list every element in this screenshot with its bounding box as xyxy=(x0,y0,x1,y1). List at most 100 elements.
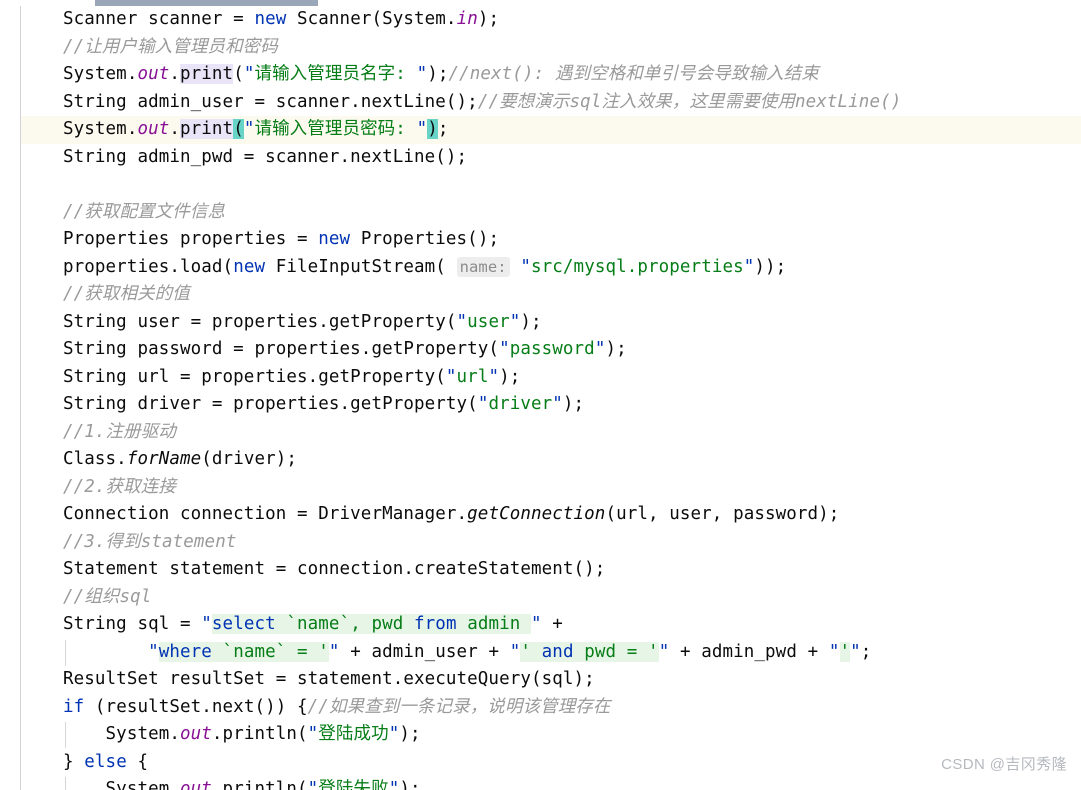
code-token: properties.load( xyxy=(63,256,234,277)
code-token: `name`, pwd xyxy=(275,614,415,634)
code-line[interactable]: Connection connection = DriverManager.ge… xyxy=(0,501,1081,529)
code-token: .println( xyxy=(211,724,308,744)
code-token: new xyxy=(254,9,287,29)
code-token: " xyxy=(488,366,500,387)
code-token: " xyxy=(456,311,468,332)
code-token: )); xyxy=(754,256,787,277)
code-token: String url = properties.getProperty( xyxy=(63,366,446,387)
code-token: System. xyxy=(105,724,180,744)
code-token: //要想演示sql注入效果，这里需要使用nextLine() xyxy=(477,91,902,112)
code-token: " xyxy=(531,614,542,634)
code-line[interactable]: String driver = properties.getProperty("… xyxy=(0,391,1081,419)
code-token: admin xyxy=(456,614,532,634)
code-token: " xyxy=(328,641,340,662)
code-line[interactable]: System.out.print("请输入管理员密码: "); xyxy=(0,116,1081,144)
code-token: " xyxy=(388,779,400,790)
code-line[interactable]: "where `name` = '" + admin_user + "' and… xyxy=(0,639,1081,667)
code-line[interactable]: System.out.print("请输入管理员名字: ");//next():… xyxy=(0,61,1081,89)
code-token: " xyxy=(743,256,755,277)
code-token: Scanner(System. xyxy=(286,9,457,29)
code-token: FileInputStream( xyxy=(265,256,457,277)
code-line[interactable]: System.out.println("登陆成功"); xyxy=(0,721,1081,749)
code-token: Scanner scanner = xyxy=(63,9,255,29)
code-token: Statement statement = connection.createS… xyxy=(63,559,606,579)
code-token: " xyxy=(658,641,670,662)
code-line[interactable]: String password = properties.getProperty… xyxy=(0,336,1081,364)
code-token: //1.注册驱动 xyxy=(63,421,176,442)
code-token: ) xyxy=(427,119,438,139)
code-line[interactable]: Properties properties = new Properties()… xyxy=(0,226,1081,254)
code-token: (url, user, password); xyxy=(605,504,840,524)
code-line[interactable]: String sql = "select `name`, pwd from ad… xyxy=(0,611,1081,639)
code-line[interactable]: //1.注册驱动 xyxy=(0,419,1081,447)
code-token: " xyxy=(499,339,510,359)
code-token: + admin_user + xyxy=(339,641,510,662)
code-content[interactable]: Scanner scanner = new Scanner(System.in)… xyxy=(0,0,1081,790)
code-token: new xyxy=(233,256,266,277)
code-token: ); xyxy=(427,64,449,84)
code-token: ( xyxy=(233,119,244,139)
code-token: password xyxy=(509,339,595,359)
code-line[interactable]: System.out.println("登陆失败"); xyxy=(0,776,1081,790)
code-token: " xyxy=(416,119,428,139)
code-token: driver xyxy=(488,394,553,414)
code-token: String admin_pwd = scanner.nextLine(); xyxy=(63,146,468,167)
code-token: System. xyxy=(105,779,180,790)
code-token: name: xyxy=(456,256,510,277)
code-token: System. xyxy=(63,64,138,84)
code-token: `name` = ' xyxy=(211,641,329,662)
code-token: " xyxy=(828,641,840,662)
code-token: + admin_pwd + xyxy=(669,641,829,662)
code-token: String driver = properties.getProperty( xyxy=(63,394,478,414)
code-line[interactable]: //获取配置文件信息 xyxy=(0,199,1081,227)
code-token: Properties(); xyxy=(350,229,500,249)
code-line[interactable]: ResultSet resultSet = statement.executeQ… xyxy=(0,666,1081,694)
code-token: print xyxy=(180,119,234,139)
code-token: String user = properties.getProperty( xyxy=(63,311,457,332)
code-token: " xyxy=(243,64,255,84)
code-token: " xyxy=(594,339,606,359)
code-token: " xyxy=(307,724,319,744)
code-token: out xyxy=(180,724,212,744)
code-token: ' xyxy=(520,641,542,662)
code-line[interactable]: properties.load(new FileInputStream( nam… xyxy=(0,254,1081,282)
code-line[interactable]: String url = properties.getProperty( "url… xyxy=(0,364,1081,392)
code-token: " xyxy=(509,641,521,662)
code-line[interactable]: //组织sql xyxy=(0,584,1081,612)
code-token: pwd = ' xyxy=(573,641,659,662)
code-line[interactable]: Statement statement = connection.createS… xyxy=(0,556,1081,584)
editor-gutter[interactable] xyxy=(0,0,21,790)
code-token: . xyxy=(169,64,181,84)
code-line[interactable]: //获取相关的值 xyxy=(0,281,1081,309)
code-line[interactable]: //3.得到statement xyxy=(0,529,1081,557)
code-line[interactable]: String admin_pwd = scanner.nextLine(); xyxy=(0,144,1081,172)
code-line[interactable] xyxy=(0,171,1081,199)
code-line[interactable]: if (resultSet.next()) {//如果查到一条记录，说明该管理存… xyxy=(0,694,1081,722)
code-token: select xyxy=(211,614,276,634)
code-token: if xyxy=(63,696,85,717)
code-line[interactable]: String user = properties.getProperty("us… xyxy=(0,309,1081,337)
code-line[interactable]: Class.forName(driver); xyxy=(0,446,1081,474)
code-token: forName xyxy=(126,449,202,469)
code-token: url xyxy=(456,366,489,387)
code-token: //3.得到statement xyxy=(63,531,237,552)
code-line[interactable]: } else { xyxy=(0,749,1081,777)
code-line[interactable]: String admin_user = scanner.nextLine();/… xyxy=(0,89,1081,117)
code-token: 登陆失败 xyxy=(318,779,389,790)
code-token: " xyxy=(520,256,532,277)
code-token: + xyxy=(541,614,563,634)
horizontal-scrollbar-thumb[interactable] xyxy=(95,0,318,6)
code-editor[interactable]: Scanner scanner = new Scanner(System.in)… xyxy=(0,0,1081,790)
code-line[interactable]: //2.获取连接 xyxy=(0,474,1081,502)
code-token: .println( xyxy=(211,779,308,790)
code-line[interactable]: //让用户输入管理员和密码 xyxy=(0,34,1081,62)
code-token: ); xyxy=(562,394,585,414)
code-line[interactable]: Scanner scanner = new Scanner(System.in)… xyxy=(0,6,1081,34)
code-token: ; xyxy=(437,119,449,139)
horizontal-scrollbar-track[interactable] xyxy=(0,0,1081,6)
code-token: ; xyxy=(860,641,872,662)
code-token: { xyxy=(126,751,149,772)
